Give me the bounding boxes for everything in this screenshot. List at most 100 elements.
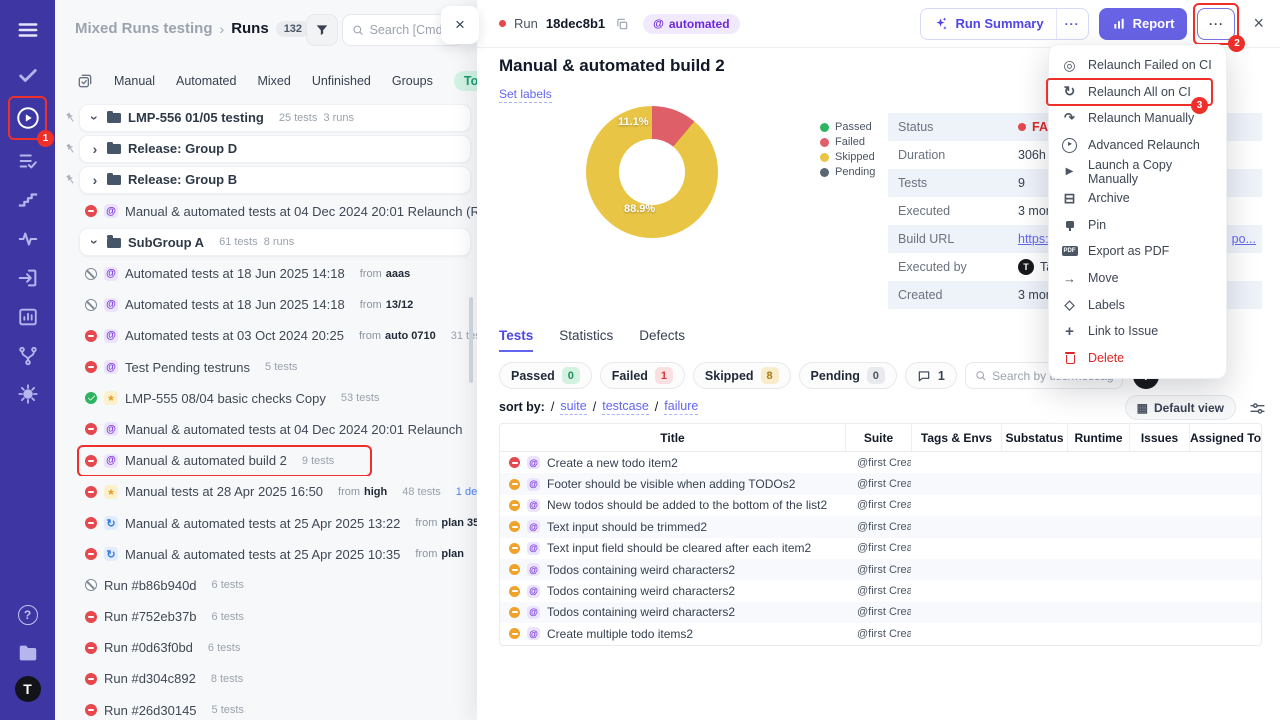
table-row[interactable]: Todos containing weird characters2 @firs… xyxy=(500,558,1261,581)
report-button[interactable]: Report xyxy=(1098,7,1188,40)
table-row[interactable]: Create multiple todo items2 @first Creat… xyxy=(500,623,1261,644)
menu-item[interactable]: Launch a Copy Manually xyxy=(1049,158,1226,186)
gear-icon[interactable] xyxy=(15,381,41,407)
column-header[interactable]: Suite xyxy=(845,424,911,451)
runs-filter-tab[interactable]: Unfinished xyxy=(312,74,371,88)
select-runs-icon[interactable] xyxy=(77,73,93,89)
run-list-item[interactable]: › Automated tests at 03 Oct 2024 20:25 f… xyxy=(55,320,477,351)
runs-filter-tab[interactable]: Automated xyxy=(176,74,236,88)
build-url-tail-link[interactable]: po... xyxy=(1232,232,1256,246)
results-tab[interactable]: Tests xyxy=(499,328,534,352)
run-list-item[interactable]: › LMP-555 08/04 basic checks Copy from 5… xyxy=(55,383,477,414)
branch-icon[interactable] xyxy=(15,343,41,369)
table-row[interactable]: Text input field should be cleared after… xyxy=(500,538,1261,559)
run-type-badge[interactable]: @ automated xyxy=(643,13,740,34)
test-suite[interactable]: @first Create ... xyxy=(845,606,911,618)
sidebar-item-runs[interactable]: 1 xyxy=(8,96,54,147)
table-row[interactable]: Text input should be trimmed2 @first Cre… xyxy=(500,516,1261,538)
close-icon[interactable]: × xyxy=(1253,13,1264,34)
menu-item[interactable]: Relaunch Failed on CI xyxy=(1049,52,1226,79)
runs-filter-tab[interactable]: Groups xyxy=(392,74,433,88)
table-row[interactable]: Create a new todo item2 @first Create ..… xyxy=(500,452,1261,473)
status-filter-chip[interactable]: Skipped 8 xyxy=(692,362,791,389)
menu-item[interactable]: Labels xyxy=(1049,291,1226,318)
chevron-icon[interactable]: › xyxy=(90,142,100,156)
scrollbar[interactable] xyxy=(469,297,473,383)
run-summary-button[interactable]: Run Summary ··· xyxy=(920,7,1089,40)
set-labels-link[interactable]: Set labels xyxy=(499,87,552,103)
chart-icon[interactable] xyxy=(15,304,41,330)
check-icon[interactable] xyxy=(15,62,41,88)
test-suite[interactable]: @first Create ... xyxy=(845,564,911,576)
status-filter-chip[interactable]: Failed 1 xyxy=(599,362,685,389)
status-filter-chip[interactable]: Pending 0 xyxy=(798,362,897,389)
run-list-item[interactable]: › Manual & automated tests at 25 Apr 202… xyxy=(55,539,477,570)
breadcrumb-project[interactable]: Mixed Runs testing xyxy=(75,20,213,37)
menu-item[interactable]: Advanced Relaunch xyxy=(1049,132,1226,159)
filter-funnel-button[interactable] xyxy=(306,14,338,46)
column-header[interactable]: Tags & Envs xyxy=(911,424,1001,451)
run-list-item[interactable]: › SubGroup A from 61 tests 8 runs xyxy=(55,227,477,258)
menu-item[interactable]: Delete xyxy=(1049,345,1226,372)
comments-filter-chip[interactable]: 1 xyxy=(904,362,957,389)
breadcrumb-page[interactable]: Runs xyxy=(231,20,269,37)
import-icon[interactable] xyxy=(15,265,41,291)
runs-filter-tab[interactable]: Manual xyxy=(114,74,155,88)
sort-option-link[interactable]: suite xyxy=(560,399,587,415)
runs-filter-tab[interactable]: To xyxy=(453,71,477,91)
chevron-icon[interactable]: › xyxy=(87,113,103,123)
sort-option-link[interactable]: testcase xyxy=(602,399,649,415)
column-header[interactable]: Substatus xyxy=(1001,424,1067,451)
column-header[interactable]: Assigned To xyxy=(1189,424,1261,451)
menu-item[interactable]: Export as PDF xyxy=(1049,238,1226,265)
table-row[interactable]: Todos containing weird characters2 @firs… xyxy=(500,601,1261,624)
run-list-item[interactable]: › LMP-556 01/05 testing from 25 tests 3 … xyxy=(55,102,477,133)
table-row[interactable]: Footer should be visible when adding TOD… xyxy=(500,473,1261,495)
run-list-item[interactable]: › Release: Group B from xyxy=(55,164,477,195)
menu-item[interactable]: Link to Issue xyxy=(1049,318,1226,345)
help-icon[interactable]: ? xyxy=(15,602,41,628)
run-list-item[interactable]: › Manual tests at 28 Apr 2025 16:50 from… xyxy=(55,476,477,507)
menu-item[interactable]: Move xyxy=(1049,265,1226,292)
menu-item[interactable]: Pin xyxy=(1049,212,1226,239)
table-row[interactable]: New todos should be added to the bottom … xyxy=(500,495,1261,516)
test-suite[interactable]: @first Create ... xyxy=(845,499,911,511)
user-avatar[interactable]: T xyxy=(14,676,41,702)
copy-icon[interactable] xyxy=(615,17,629,31)
menu-item[interactable]: Relaunch All on CI 3 xyxy=(1046,77,1226,115)
column-header[interactable]: Runtime xyxy=(1067,424,1129,451)
run-list-item[interactable]: › Manual & automated tests at 04 Dec 202… xyxy=(55,196,477,227)
run-list-item[interactable]: › Run #752eb37b from 6 tests xyxy=(55,601,477,632)
test-suite[interactable]: @first Create ... xyxy=(845,521,911,533)
sort-option-link[interactable]: failure xyxy=(664,399,699,415)
test-suite[interactable]: @first Create ... xyxy=(845,478,911,490)
test-suite[interactable]: @first Create ... xyxy=(845,628,911,640)
run-list-item[interactable]: › Automated tests at 18 Jun 2025 14:18 f… xyxy=(55,289,477,320)
results-tab[interactable]: Defects xyxy=(639,328,685,352)
column-header[interactable]: Issues xyxy=(1129,424,1189,451)
runs-filter-tab[interactable]: Mixed xyxy=(257,74,290,88)
menu-icon[interactable] xyxy=(15,17,41,43)
test-suite[interactable]: @first Create ... xyxy=(845,457,911,469)
activity-icon[interactable] xyxy=(15,226,41,252)
status-filter-chip[interactable]: Passed 0 xyxy=(499,362,592,389)
run-list-item[interactable]: › Test Pending testruns from 5 tests xyxy=(55,352,477,383)
chevron-icon[interactable]: › xyxy=(87,237,103,247)
view-selector-button[interactable]: ▦ Default view xyxy=(1124,395,1236,420)
run-list-item[interactable]: › Run #0d63f0bd from 6 tests xyxy=(55,632,477,663)
steps-icon[interactable] xyxy=(15,187,41,213)
run-list-item[interactable]: › Manual & automated build 2 from 9 test… xyxy=(55,445,477,477)
run-list-item[interactable]: › Run #26d30145 from 5 tests xyxy=(55,695,477,720)
run-list-item[interactable]: › Manual & automated tests at 04 Dec 202… xyxy=(55,414,477,445)
list-check-icon[interactable] xyxy=(15,148,41,174)
run-more-actions-button[interactable]: ··· xyxy=(1197,7,1236,40)
run-summary-more-button[interactable]: ··· xyxy=(1055,8,1088,39)
results-tab[interactable]: Statistics xyxy=(559,328,613,352)
chevron-icon[interactable]: › xyxy=(90,173,100,187)
run-list-item[interactable]: › Manual & automated tests at 25 Apr 202… xyxy=(55,507,477,538)
run-list-item[interactable]: › Release: Group D from xyxy=(55,133,477,164)
run-list-item[interactable]: › Run #b86b940d from 6 tests xyxy=(55,570,477,601)
menu-item[interactable]: Archive xyxy=(1049,185,1226,212)
run-list-item[interactable]: › Run #d304c892 from 8 tests xyxy=(55,663,477,694)
run-list-item[interactable]: › Automated tests at 18 Jun 2025 14:18 f… xyxy=(55,258,477,289)
